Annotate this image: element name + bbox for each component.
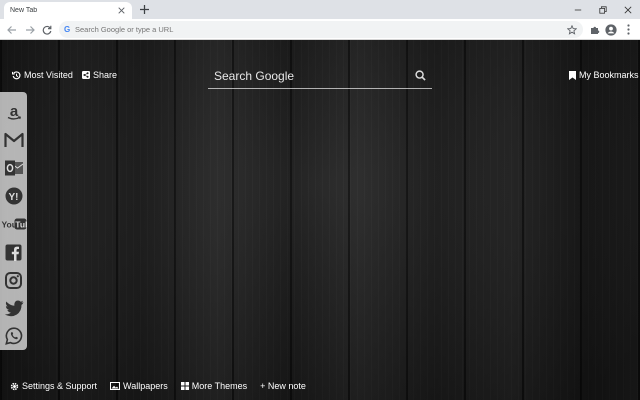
yahoo-icon[interactable]: Y! xyxy=(0,182,27,210)
share-icon xyxy=(82,71,90,79)
star-icon[interactable] xyxy=(566,24,577,35)
minimize-button[interactable] xyxy=(565,0,590,19)
youtube-icon[interactable]: YouTube xyxy=(0,210,27,238)
new-tab-button[interactable] xyxy=(138,3,151,16)
instagram-icon[interactable] xyxy=(0,266,27,294)
omnibox[interactable]: G xyxy=(59,21,583,38)
new-tab-page: Most Visited Share My Bookmarks a Y! You… xyxy=(0,40,640,400)
settings-support-label: Settings & Support xyxy=(22,381,98,391)
profile-avatar-icon[interactable] xyxy=(604,23,617,36)
svg-text:Tube: Tube xyxy=(15,220,27,230)
image-icon xyxy=(110,382,121,390)
more-themes-link[interactable]: More Themes xyxy=(180,381,248,391)
close-icon[interactable] xyxy=(116,6,126,16)
my-bookmarks-label: My Bookmarks xyxy=(579,70,639,80)
back-arrow-icon[interactable] xyxy=(6,24,17,35)
settings-support-link[interactable]: Settings & Support xyxy=(10,381,97,391)
browser-toolbar: G xyxy=(0,19,640,40)
tab-title: New Tab xyxy=(10,7,38,14)
search-icon[interactable] xyxy=(412,68,428,84)
share-link[interactable]: Share xyxy=(82,70,117,80)
history-icon xyxy=(12,70,21,79)
more-themes-label: More Themes xyxy=(191,381,248,391)
extensions-puzzle-icon[interactable] xyxy=(588,23,601,36)
kebab-menu-icon[interactable] xyxy=(622,23,635,36)
svg-text:Y!: Y! xyxy=(8,192,18,203)
close-window-button[interactable] xyxy=(615,0,640,19)
footer-bar: Settings & Support Wallpapers More Theme… xyxy=(10,381,306,391)
most-visited-label: Most Visited xyxy=(24,70,73,80)
quick-links-sidebar: a Y! YouTube xyxy=(0,92,27,350)
restore-button[interactable] xyxy=(590,0,615,19)
tab-new-tab[interactable]: New Tab xyxy=(4,2,132,19)
google-g-icon: G xyxy=(64,25,71,34)
outlook-icon[interactable] xyxy=(0,154,27,182)
gear-icon xyxy=(10,382,19,390)
forward-arrow-icon[interactable] xyxy=(24,24,35,35)
share-label: Share xyxy=(93,70,118,80)
new-note-link[interactable]: + New note xyxy=(260,381,306,391)
gmail-icon[interactable] xyxy=(0,126,27,154)
twitter-icon[interactable] xyxy=(0,294,27,322)
amazon-icon[interactable]: a xyxy=(0,98,27,126)
wallpapers-link[interactable]: Wallpapers xyxy=(110,381,168,391)
facebook-icon[interactable] xyxy=(0,238,27,266)
most-visited-link[interactable]: Most Visited xyxy=(12,70,73,80)
omnibox-input[interactable] xyxy=(75,25,583,34)
whatsapp-icon[interactable] xyxy=(0,322,27,350)
tab-strip: New Tab xyxy=(0,0,640,19)
window-controls xyxy=(565,0,640,19)
wallpapers-label: Wallpapers xyxy=(123,381,168,391)
svg-text:a: a xyxy=(9,103,18,120)
grid-icon xyxy=(180,382,189,390)
search-bar xyxy=(208,63,432,89)
my-bookmarks-link[interactable]: My Bookmarks xyxy=(569,70,639,80)
bookmark-icon xyxy=(569,70,576,80)
new-note-label: + New note xyxy=(260,381,306,391)
search-input[interactable] xyxy=(208,68,412,83)
reload-icon[interactable] xyxy=(41,24,52,35)
